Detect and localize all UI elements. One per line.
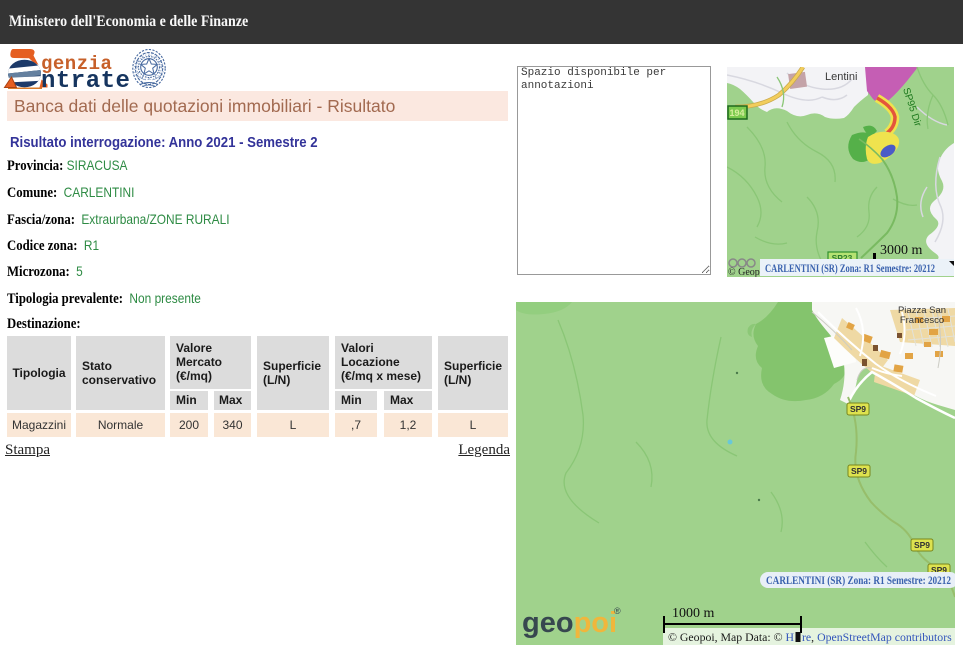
- svg-text:Francesco: Francesco: [900, 315, 944, 326]
- svg-text:CARLENTINI (SR) Zona: R1 Semes: CARLENTINI (SR) Zona: R1 Semestre: 20212: [766, 573, 951, 587]
- svg-text:Lentini: Lentini: [825, 71, 857, 83]
- svg-text:1000 m: 1000 m: [672, 606, 715, 621]
- svg-text:SP9: SP9: [850, 404, 866, 414]
- svg-text:SP9: SP9: [851, 466, 867, 476]
- svg-text:geopoi: geopoi: [522, 607, 617, 639]
- svg-text:© Geopoi, Map Data: © H: © Geopoi, Map Data: © H: [668, 630, 795, 644]
- svg-text:CARLENTINI (SR) Zona: R1 Semes: CARLENTINI (SR) Zona: R1 Semestre: 20212: [765, 261, 935, 275]
- svg-text:®: ®: [614, 606, 621, 616]
- svg-text:© Geop: © Geop: [728, 267, 760, 277]
- svg-text:194: 194: [729, 108, 744, 118]
- svg-text:SP9: SP9: [914, 540, 930, 550]
- svg-text:re, OpenStreetMap contributors: re, OpenStreetMap contributors: [802, 630, 952, 644]
- svg-text:3000 m: 3000 m: [880, 243, 923, 258]
